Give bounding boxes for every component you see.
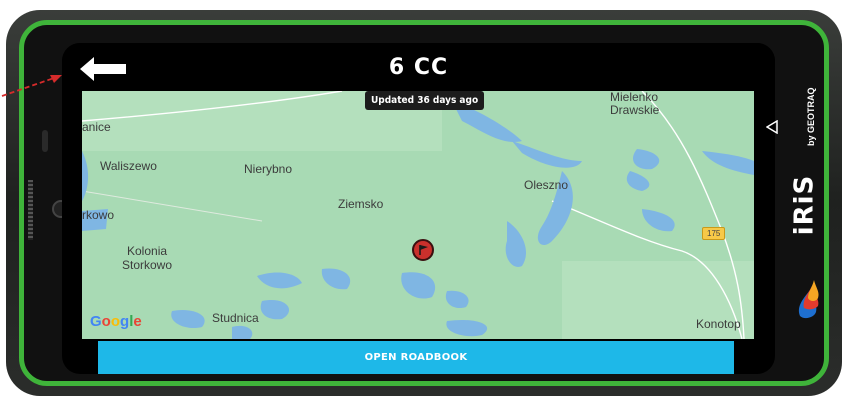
place-label: Studnica	[212, 311, 259, 325]
top-bar: 6 CC	[62, 43, 775, 93]
place-label: Kolonia Storkowo	[122, 244, 173, 272]
place-label: Oleszno	[524, 178, 569, 192]
flag-pin-icon[interactable]	[412, 239, 434, 261]
flame-logo-icon	[798, 280, 819, 319]
map-terrain	[82, 91, 754, 339]
brand-logo: by GEOTRAQ iRiS	[789, 80, 826, 330]
place-label: anice	[82, 120, 111, 134]
proximity-sensor	[42, 130, 48, 152]
updated-badge: Updated 36 days ago	[365, 91, 485, 110]
app-screen: 6 CC Updated 36 days ago Mielenko Drawsk…	[62, 43, 775, 374]
brand-name: iRiS	[789, 174, 820, 236]
google-logo: Google	[90, 313, 142, 330]
road-number-badge: 175	[702, 227, 726, 240]
place-label: Mielenko Drawskie	[610, 91, 660, 117]
map-view[interactable]: Updated 36 days ago Mielenko Drawskie an…	[82, 91, 754, 339]
place-label: Konotop	[696, 317, 741, 331]
triangle-back-icon[interactable]	[766, 120, 778, 134]
place-label: Nierybno	[244, 162, 293, 176]
brand-sub: by GEOTRAQ	[806, 87, 816, 146]
place-label: Waliszewo	[100, 159, 157, 173]
place-label: Ziemsko	[338, 197, 384, 211]
open-roadbook-button[interactable]: OPEN ROADBOOK	[98, 341, 734, 374]
page-title: 6 CC	[388, 55, 449, 80]
annotation-pointer-arrow	[1, 75, 62, 97]
side-speaker	[28, 180, 33, 240]
place-label: rkowo	[82, 208, 115, 222]
